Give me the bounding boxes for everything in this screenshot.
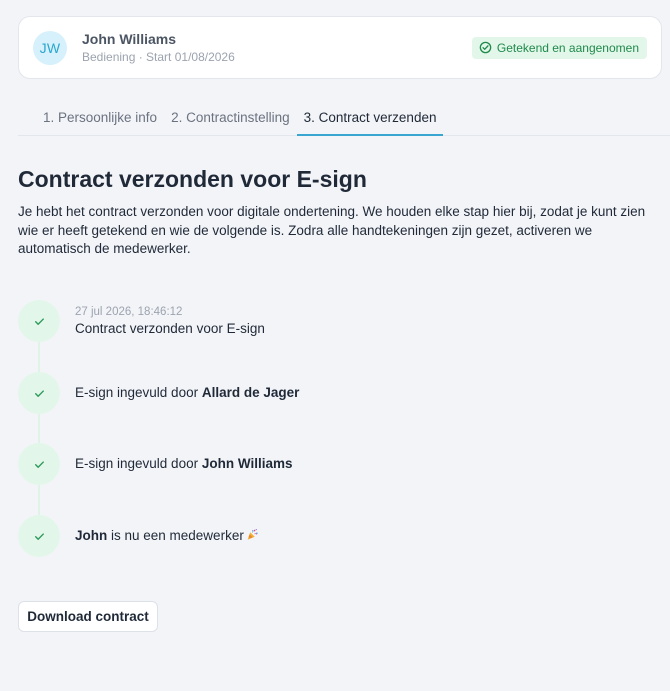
timeline-item: E-sign ingevuld door John Williams xyxy=(18,443,618,485)
timeline-text-prefix: E-sign ingevuld door xyxy=(75,456,202,471)
tab-contract-settings[interactable]: 2. Contractinstelling xyxy=(164,100,297,136)
employee-subtitle: Bediening · Start 01/08/2026 xyxy=(82,49,235,64)
check-icon xyxy=(34,317,44,325)
status-badge: Getekend en aangenomen xyxy=(471,36,647,59)
step-complete-circle xyxy=(18,515,60,557)
check-badge-icon xyxy=(479,41,492,54)
timeline-text: E-sign ingevuld door John Williams xyxy=(75,456,292,471)
status-badge-label: Getekend en aangenomen xyxy=(496,40,639,55)
employee-info: John Williams Bediening · Start 01/08/20… xyxy=(82,31,235,65)
step-tabs: 1. Persoonlijke info 2. Contractinstelli… xyxy=(36,100,444,136)
timeline-connector xyxy=(38,321,40,536)
check-icon xyxy=(34,460,44,468)
signing-timeline: 27 jul 2026, 18:46:12 Contract verzonden… xyxy=(18,300,618,560)
timeline-text-prefix: E-sign ingevuld door xyxy=(75,385,202,400)
party-popper-icon xyxy=(247,529,258,540)
tab-personal-info[interactable]: 1. Persoonlijke info xyxy=(36,100,164,136)
page-title: Contract verzonden voor E-sign xyxy=(18,166,367,192)
step-complete-circle xyxy=(18,300,60,342)
employee-first-name: John xyxy=(75,528,108,543)
step-complete-circle xyxy=(18,372,60,414)
timeline-item: E-sign ingevuld door Allard de Jager xyxy=(18,372,618,414)
timeline-item: John is nu een medewerker xyxy=(18,515,618,557)
check-icon xyxy=(34,389,44,397)
employee-header-card: JW John Williams Bediening · Start 01/08… xyxy=(18,16,662,79)
signer-name: Allard de Jager xyxy=(201,385,300,400)
tab-send-contract[interactable]: 3. Contract verzenden xyxy=(296,100,444,136)
page-description: Je hebt het contract verzonden voor digi… xyxy=(18,204,646,256)
download-contract-button[interactable]: Download contract xyxy=(18,601,158,632)
check-icon xyxy=(34,532,44,540)
signer-name: John Williams xyxy=(201,456,293,471)
timeline-text: Contract verzonden voor E-sign xyxy=(75,321,265,336)
timeline-timestamp: 27 jul 2026, 18:46:12 xyxy=(75,306,183,318)
avatar: JW xyxy=(33,30,67,65)
employee-name: John Williams xyxy=(82,30,177,47)
step-complete-circle xyxy=(18,443,60,485)
timeline-item: 27 jul 2026, 18:46:12 Contract verzonden… xyxy=(18,300,618,342)
timeline-text-suffix: is nu een medewerker xyxy=(107,528,244,543)
timeline-text: E-sign ingevuld door Allard de Jager xyxy=(75,385,299,400)
timeline-text: John is nu een medewerker xyxy=(75,528,259,543)
